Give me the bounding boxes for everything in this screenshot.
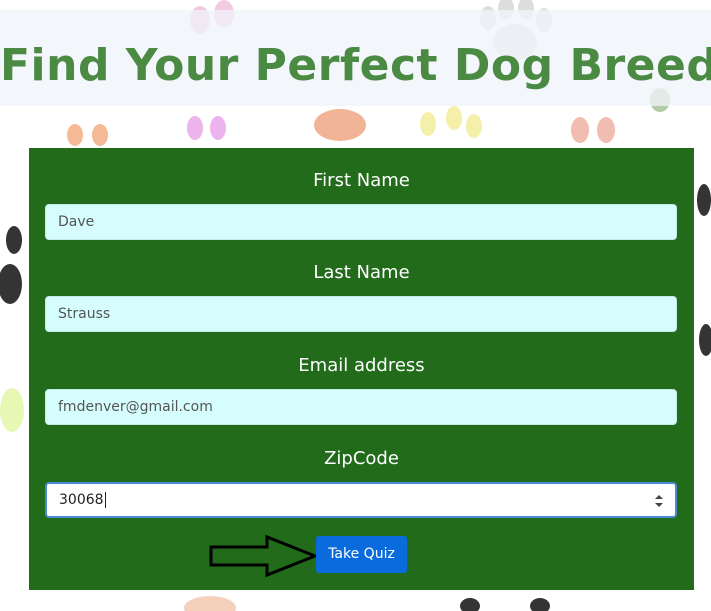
paw-icon	[0, 226, 22, 304]
arrow-right-icon	[209, 534, 319, 578]
number-spinner-icon[interactable]	[653, 493, 665, 509]
page-title: Find Your Perfect Dog Breed	[0, 40, 711, 91]
last-name-label: Last Name	[313, 262, 410, 283]
signup-form: First Name Dave Last Name Strauss Email …	[29, 148, 694, 590]
paw-icon	[697, 184, 711, 356]
last-name-input[interactable]: Strauss	[45, 296, 677, 332]
paw-icon	[0, 388, 24, 432]
first-name-input[interactable]: Dave	[45, 204, 677, 240]
text-caret	[104, 492, 106, 508]
email-input[interactable]: fmdenver@gmail.com	[45, 389, 677, 425]
paw-icon	[420, 106, 482, 138]
paw-icon	[184, 596, 236, 611]
zip-value: 30068	[59, 492, 104, 508]
paw-icon	[67, 124, 108, 146]
paw-icon	[460, 598, 550, 611]
paw-icon	[187, 116, 226, 140]
zip-label: ZipCode	[324, 448, 399, 469]
first-name-label: First Name	[313, 170, 410, 191]
zip-input[interactable]: 30068	[45, 482, 677, 518]
email-label: Email address	[298, 355, 425, 376]
take-quiz-button[interactable]: Take Quiz	[316, 536, 407, 573]
